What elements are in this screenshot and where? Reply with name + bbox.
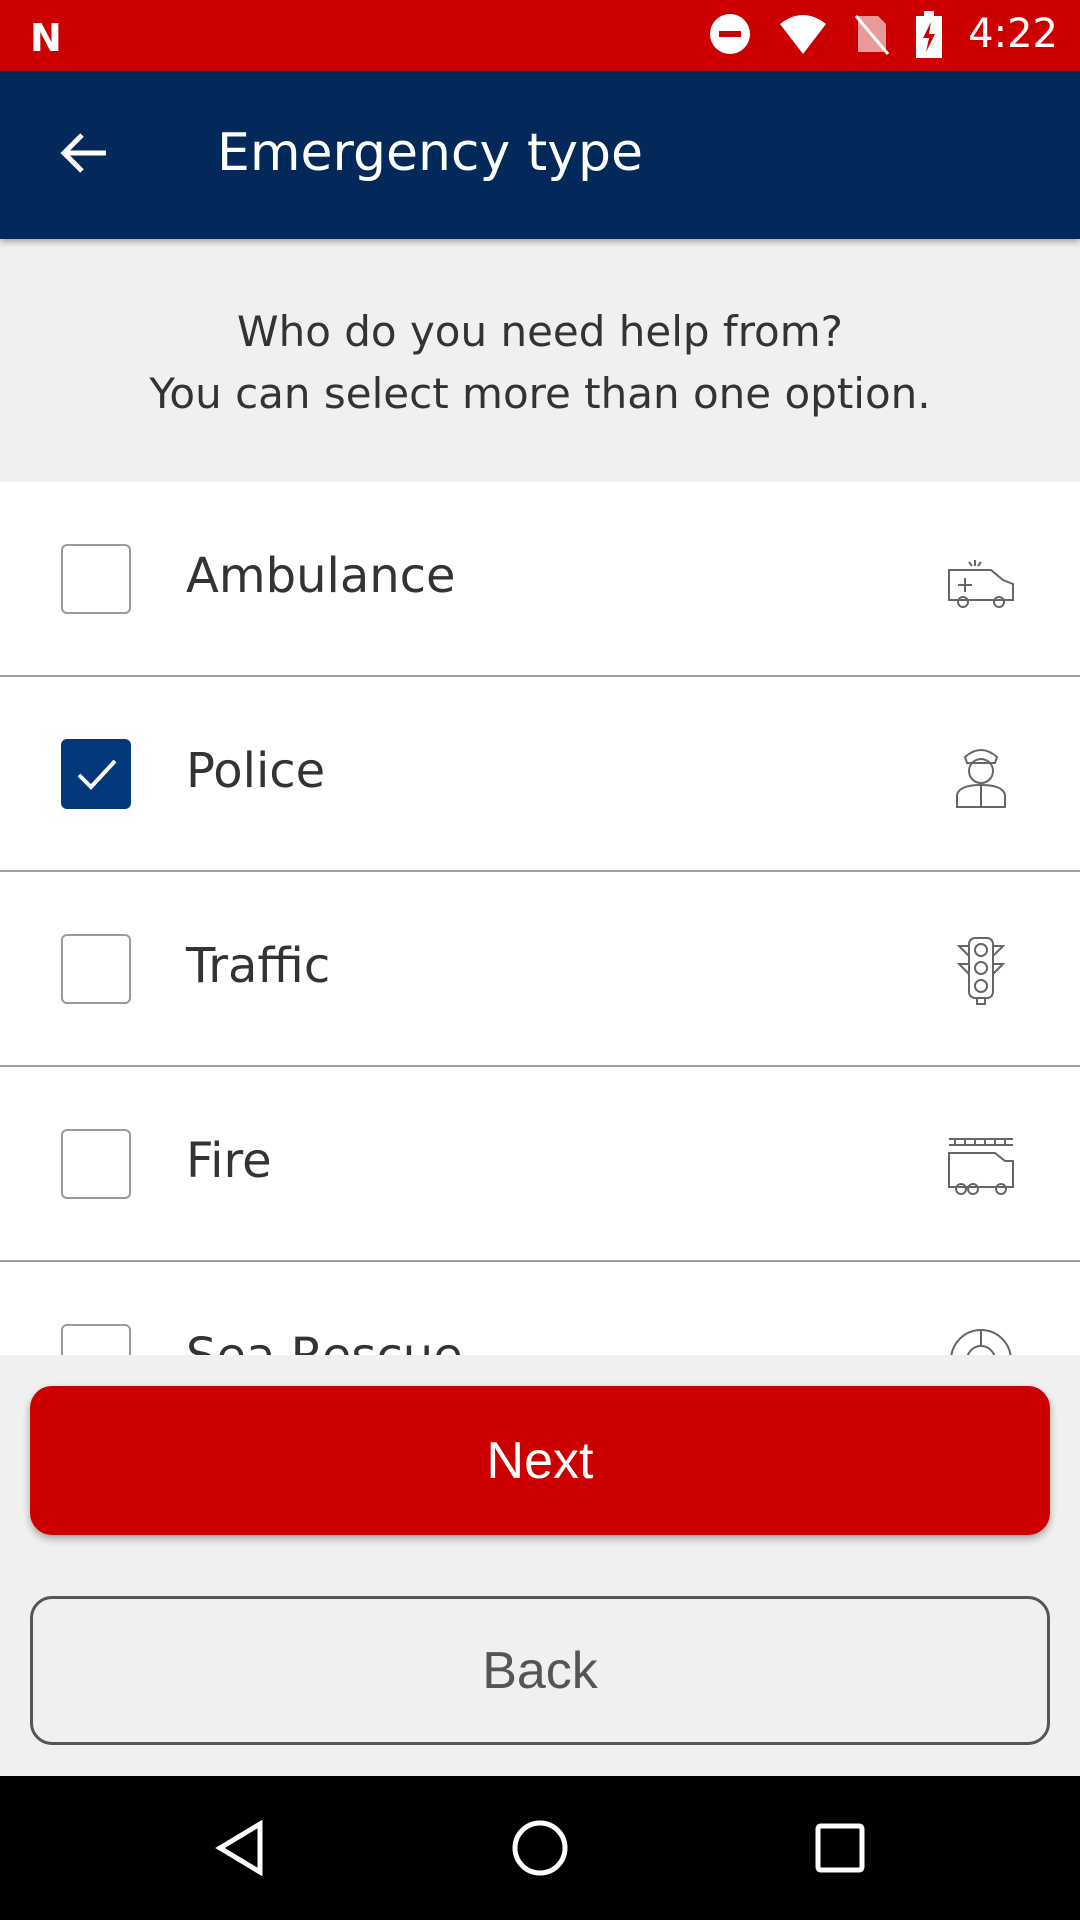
option-label: Sea Rescue bbox=[186, 1328, 463, 1355]
no-sim-icon bbox=[855, 15, 890, 55]
option-sea-rescue[interactable]: Sea Rescue bbox=[0, 1262, 1080, 1355]
option-ambulance[interactable]: Ambulance bbox=[0, 482, 1080, 677]
status-bar: N 4:22 bbox=[0, 0, 1080, 71]
nav-back-icon[interactable] bbox=[210, 1818, 270, 1878]
arrow-left-icon[interactable] bbox=[54, 123, 114, 183]
page-title: Emergency type bbox=[217, 123, 643, 183]
option-label: Fire bbox=[186, 1133, 272, 1189]
option-police[interactable]: Police bbox=[0, 677, 1080, 872]
checkbox[interactable] bbox=[61, 1129, 131, 1199]
emergency-type-list: Ambulance Police Traffic Fire Sea Rescue bbox=[0, 482, 1080, 1355]
traffic-light-icon bbox=[956, 937, 1006, 1005]
checkbox[interactable] bbox=[61, 544, 131, 614]
do-not-disturb-icon bbox=[710, 14, 751, 54]
wifi-icon bbox=[780, 15, 827, 54]
back-button[interactable]: Back bbox=[30, 1596, 1050, 1745]
app-bar: Emergency type bbox=[0, 71, 1080, 239]
status-time: 4:22 bbox=[968, 11, 1058, 57]
option-label: Police bbox=[186, 743, 326, 799]
checkmark-icon bbox=[77, 759, 117, 790]
checkbox[interactable] bbox=[61, 934, 131, 1004]
checkbox-checked[interactable] bbox=[61, 739, 131, 809]
ambulance-icon bbox=[948, 560, 1014, 608]
option-label: Traffic bbox=[186, 938, 331, 994]
police-officer-icon bbox=[956, 749, 1006, 808]
option-traffic[interactable]: Traffic bbox=[0, 872, 1080, 1067]
nav-home-icon[interactable] bbox=[510, 1818, 570, 1878]
lifebuoy-icon bbox=[950, 1329, 1012, 1355]
bottom-actions: Next Back bbox=[0, 1355, 1080, 1776]
intro-line-2: You can select more than one option. bbox=[149, 369, 931, 418]
system-nav-bar bbox=[0, 1776, 1080, 1920]
intro-text: Who do you need help from? You can selec… bbox=[0, 239, 1080, 482]
n-logo-icon: N bbox=[30, 16, 62, 60]
option-fire[interactable]: Fire bbox=[0, 1067, 1080, 1262]
fire-truck-icon bbox=[948, 1138, 1014, 1195]
nav-recents-icon[interactable] bbox=[810, 1818, 870, 1878]
checkbox[interactable] bbox=[61, 1324, 131, 1355]
option-label: Ambulance bbox=[186, 548, 456, 604]
next-button[interactable]: Next bbox=[30, 1386, 1050, 1535]
battery-charging-icon bbox=[916, 11, 943, 58]
intro-line-1: Who do you need help from? bbox=[237, 307, 843, 356]
